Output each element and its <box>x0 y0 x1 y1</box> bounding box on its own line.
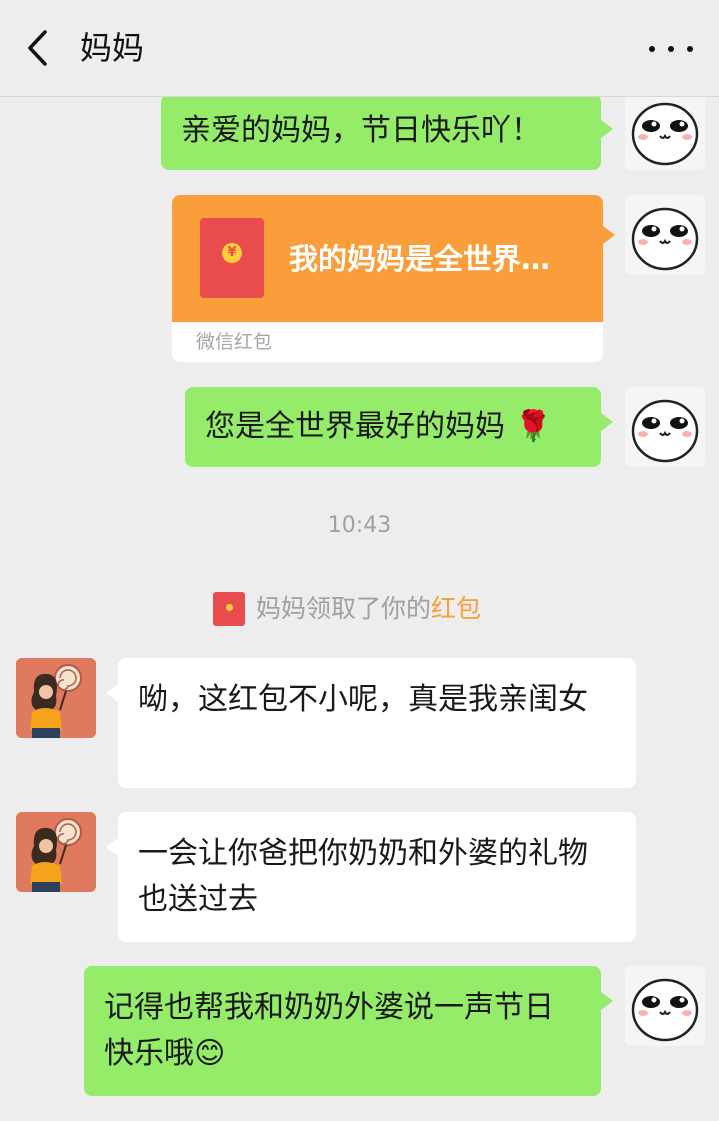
red-packet-card[interactable]: ¥ 我的妈妈是全世界… 微信红包 <box>172 195 603 362</box>
chat-title: 妈妈 <box>80 29 145 67</box>
message-bubble-self[interactable]: 您是全世界最好的妈妈 🌹 <box>185 387 613 467</box>
chat-header: 妈妈 <box>0 0 719 97</box>
message-text: 您是全世界最好的妈妈 🌹 <box>205 409 552 444</box>
message-timestamp: 10:43 <box>327 513 392 538</box>
message-bubble-mom[interactable]: 呦，这红包不小呢，真是我亲闺女 <box>106 658 636 788</box>
more-dots-icon <box>649 46 655 52</box>
cartoon-face-icon <box>631 102 699 166</box>
cartoon-face-icon <box>631 978 699 1042</box>
chevron-left-icon <box>28 30 47 66</box>
red-envelope-icon: ¥ <box>200 218 264 298</box>
girl-with-lollipop-icon <box>16 812 96 892</box>
mom-avatar[interactable] <box>16 658 96 738</box>
message-bubble-mom[interactable]: 一会让你爸把你奶奶和外婆的礼物也送过去 <box>106 812 636 942</box>
self-avatar[interactable] <box>625 195 705 275</box>
cartoon-face-icon <box>631 399 699 463</box>
notice-text: 妈妈领取了你的 <box>256 594 432 623</box>
back-button[interactable] <box>18 28 58 68</box>
message-text: 一会让你爸把你奶奶和外婆的礼物也送过去 <box>138 836 588 917</box>
notice-red-packet-link[interactable]: 红包 <box>431 594 481 623</box>
red-envelope-icon <box>213 592 245 626</box>
girl-with-lollipop-icon <box>16 658 96 738</box>
message-text: 亲爱的妈妈，节日快乐吖！ <box>181 113 541 148</box>
more-button[interactable] <box>649 34 693 62</box>
message-bubble-self[interactable]: 记得也帮我和奶奶外婆说一声节日快乐哦😊 <box>84 966 613 1096</box>
red-packet-message: 我的妈妈是全世界… <box>289 242 551 276</box>
mom-avatar[interactable] <box>16 812 96 892</box>
self-avatar[interactable] <box>625 966 705 1046</box>
self-avatar[interactable] <box>625 90 705 170</box>
message-text: 呦，这红包不小呢，真是我亲闺女 <box>138 682 588 717</box>
message-bubble-self[interactable]: 亲爱的妈妈，节日快乐吖！ <box>161 94 613 170</box>
cartoon-face-icon <box>631 207 699 271</box>
self-avatar[interactable] <box>625 387 705 467</box>
red-packet-label: 微信红包 <box>196 331 273 353</box>
message-text: 记得也帮我和奶奶外婆说一声节日快乐哦😊 <box>104 990 554 1071</box>
